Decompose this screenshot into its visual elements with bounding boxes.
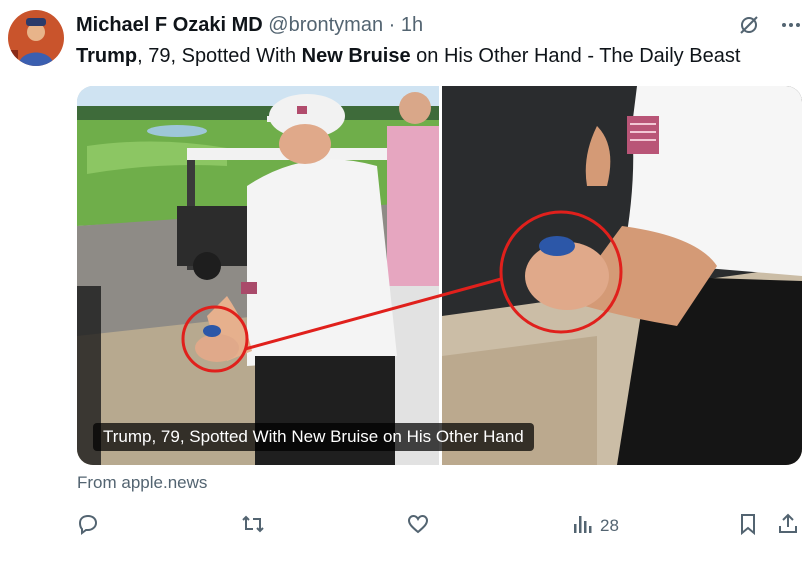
grok-icon[interactable] xyxy=(736,12,762,38)
bookmark-icon xyxy=(736,512,760,541)
reply-button[interactable] xyxy=(76,512,100,540)
card-image xyxy=(77,86,802,465)
timestamp[interactable]: 1h xyxy=(401,14,423,36)
card-caption: Trump, 79, Spotted With New Bruise on Hi… xyxy=(93,423,534,451)
text-part-2: , 79, Spotted With xyxy=(137,45,302,67)
retweet-icon xyxy=(240,512,266,541)
tweet-header: Michael F Ozaki MD @brontyman · 1h xyxy=(76,13,423,37)
text-part-bold-3: New Bruise xyxy=(301,45,411,67)
link-card[interactable]: Trump, 79, Spotted With New Bruise on Hi… xyxy=(77,86,802,465)
text-part-bold-1: Trump xyxy=(76,45,138,67)
card-source[interactable]: From apple.news xyxy=(77,473,207,493)
like-button[interactable] xyxy=(406,512,430,540)
author-handle[interactable]: @brontyman xyxy=(268,14,383,36)
views-button[interactable]: 28 xyxy=(572,512,619,540)
bookmark-button[interactable] xyxy=(736,512,760,540)
tweet-text: Trump, 79, Spotted With New Bruise on Hi… xyxy=(76,43,740,69)
reply-icon xyxy=(76,512,100,541)
retweet-button[interactable] xyxy=(240,512,266,540)
top-icons xyxy=(736,12,804,38)
separator: · xyxy=(388,14,396,36)
avatar[interactable] xyxy=(8,10,64,66)
more-icon[interactable] xyxy=(778,12,804,38)
author-name[interactable]: Michael F Ozaki MD xyxy=(76,14,263,36)
views-count: 28 xyxy=(600,516,619,535)
share-button[interactable] xyxy=(776,512,800,540)
share-icon xyxy=(776,512,800,541)
views-icon xyxy=(572,512,594,541)
like-icon xyxy=(406,512,430,541)
text-part-4: on His Other Hand - The Daily Beast xyxy=(410,45,741,67)
action-bar: 28 xyxy=(76,512,802,540)
